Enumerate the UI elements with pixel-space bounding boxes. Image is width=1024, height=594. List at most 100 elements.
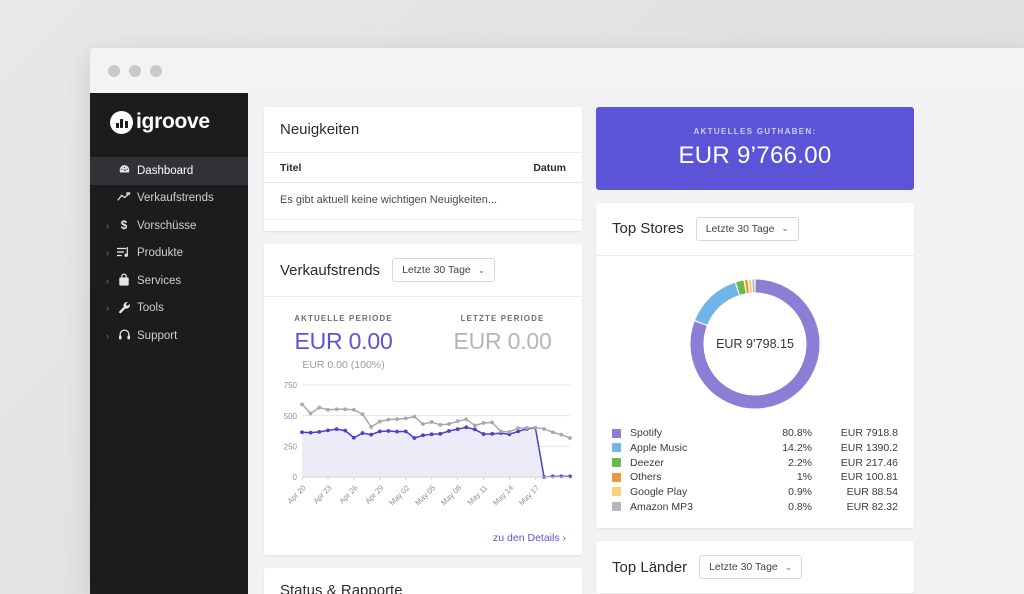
sidebar-item-produkte[interactable]: › Produkte xyxy=(90,240,248,268)
svg-text:Apr 26: Apr 26 xyxy=(337,483,359,505)
sidebar-item-vorschuesse[interactable]: › $ Vorschüsse xyxy=(90,212,248,240)
svg-text:750: 750 xyxy=(284,381,298,390)
current-period-value: EUR 0.00 xyxy=(294,328,393,354)
chevron-right-icon[interactable]: › xyxy=(102,221,113,231)
legend-amount: EUR 7918.8 xyxy=(840,427,898,440)
top-stores-legend: Spotify 80.8% EUR 7918.8 Apple Music 14.2% EU… xyxy=(596,420,914,528)
status-card: Status & Rapporte xyxy=(264,568,582,594)
sidebar-item-support[interactable]: › Support xyxy=(90,322,248,350)
news-card-header: Neuigkeiten xyxy=(264,107,582,153)
legend-row: Amazon MP3 0.8% EUR 82.32 xyxy=(612,499,898,514)
window-close-button[interactable] xyxy=(108,64,120,77)
legend-color-swatch xyxy=(612,502,621,512)
sidebar-nav: Dashboard Verkaufstrends › $ Vorschüsse xyxy=(90,157,248,350)
trends-title: Verkaufstrends xyxy=(280,261,381,279)
sidebar-item-verkaufstrends[interactable]: Verkaufstrends xyxy=(90,185,248,213)
legend-percent: 80.8% xyxy=(782,427,812,440)
trends-period-summary: AKTUELLE PERIODE EUR 0.00 EUR 0.00 (100%… xyxy=(264,297,582,375)
trends-card: Verkaufstrends Letzte 30 Tage ⌄ AKTUELLE… xyxy=(264,244,582,555)
window-minimize-button[interactable] xyxy=(129,64,141,77)
top-stores-range-label: Letzte 30 Tage xyxy=(705,222,775,235)
chevron-right-icon[interactable]: › xyxy=(102,276,113,286)
sidebar-item-label: Verkaufstrends xyxy=(137,192,214,205)
sidebar-item-label: Dashboard xyxy=(137,164,194,177)
chevron-down-icon: ⌄ xyxy=(781,223,789,234)
main-content: Neuigkeiten Titel Datum Es gibt aktuell … xyxy=(248,93,1024,594)
legend-store-name: Spotify xyxy=(630,427,663,440)
legend-amount: EUR 88.54 xyxy=(846,485,898,498)
legend-percent: 1% xyxy=(796,471,812,484)
legend-store-name: Google Play xyxy=(630,485,688,498)
sidebar-item-label: Tools xyxy=(137,302,164,315)
top-stores-title: Top Stores xyxy=(612,220,684,238)
sidebar-item-dashboard[interactable]: Dashboard xyxy=(90,157,248,185)
current-period-label: AKTUELLE PERIODE xyxy=(294,314,393,323)
svg-text:Apr 20: Apr 20 xyxy=(285,483,307,505)
chevron-right-icon[interactable]: › xyxy=(102,248,113,258)
top-stores-range-dropdown[interactable]: Letzte 30 Tage ⌄ xyxy=(695,216,799,241)
trends-card-header: Verkaufstrends Letzte 30 Tage ⌄ xyxy=(264,244,582,297)
status-card-header: Status & Rapporte xyxy=(264,568,582,594)
previous-period-value: EUR 0.00 xyxy=(453,328,552,354)
trends-details-link[interactable]: zu den Details › xyxy=(264,524,582,555)
previous-period-label: LETZTE PERIODE xyxy=(460,314,545,323)
svg-text:May 17: May 17 xyxy=(517,483,541,507)
news-empty-row: Es gibt aktuell keine wichtigen Neuigkei… xyxy=(264,183,582,220)
sales-line-chart-svg: 0 250 500 750 Apr 20 Apr 23 Apr 26 Apr 29 May 02… xyxy=(284,381,572,507)
svg-text:250: 250 xyxy=(284,443,298,452)
balance-card: AKTUELLES GUTHABEN: EUR 9’766.00 xyxy=(596,107,914,190)
browser-window: igroove Dashboard Verkaufstrends › $ Vor… xyxy=(90,48,1024,594)
svg-text:0: 0 xyxy=(293,473,298,482)
news-col-date: Datum xyxy=(533,162,566,174)
svg-text:May 05: May 05 xyxy=(413,483,437,507)
svg-text:Apr 23: Apr 23 xyxy=(311,483,333,505)
news-table-header: Titel Datum xyxy=(264,153,582,183)
svg-text:May 02: May 02 xyxy=(387,483,411,507)
balance-label: AKTUELLES GUTHABEN: xyxy=(693,126,817,136)
news-card: Neuigkeiten Titel Datum Es gibt aktuell … xyxy=(264,107,582,231)
chevron-right-icon[interactable]: › xyxy=(102,331,113,341)
chevron-down-icon: ⌄ xyxy=(477,264,486,275)
svg-text:May 08: May 08 xyxy=(439,483,463,507)
legend-row: Deezer 2.2% EUR 217.46 xyxy=(612,455,898,470)
legend-row: Apple Music 14.2% EUR 1390.2 xyxy=(612,441,898,456)
sidebar-item-label: Produkte xyxy=(137,247,184,260)
legend-store-name: Apple Music xyxy=(630,441,688,454)
legend-percent: 2.2% xyxy=(788,456,812,469)
chevron-down-icon: ⌄ xyxy=(784,561,793,572)
legend-amount: EUR 217.46 xyxy=(840,456,898,469)
legend-color-swatch xyxy=(612,443,621,453)
donut-chart-svg: EUR 9’798.15 xyxy=(690,279,820,409)
current-period-sub: EUR 0.00 (100%) xyxy=(302,359,385,371)
svg-text:500: 500 xyxy=(284,412,298,421)
trends-range-dropdown[interactable]: Letzte 30 Tage ⌄ xyxy=(392,258,496,282)
sidebar-item-label: Services xyxy=(137,274,182,287)
sidebar-item-tools[interactable]: › Tools xyxy=(90,295,248,323)
sidebar-item-label: Vorschüsse xyxy=(137,219,197,232)
top-countries-range-dropdown[interactable]: Letzte 30 Tage ⌄ xyxy=(699,555,803,579)
top-stores-donut-chart: EUR 9’798.15 xyxy=(596,256,914,420)
speedometer-icon xyxy=(113,163,135,178)
headphones-icon xyxy=(113,328,135,343)
dollar-icon: $ xyxy=(113,218,135,234)
legend-percent: 0.9% xyxy=(788,485,812,498)
sales-line-chart: 0 250 500 750 Apr 20 Apr 23 Apr 26 Apr 29 May 02… xyxy=(264,375,582,524)
top-stores-header: Top Stores Letzte 30 Tage ⌄ xyxy=(596,203,914,256)
sidebar-item-services[interactable]: › Services xyxy=(90,267,248,295)
legend-store-name: Amazon MP3 xyxy=(630,500,694,513)
previous-period-block: LETZTE PERIODE EUR 0.00 xyxy=(423,314,582,371)
status-title: Status & Rapporte xyxy=(280,582,403,594)
app-logo[interactable]: igroove xyxy=(90,93,248,151)
chevron-right-icon[interactable]: › xyxy=(102,303,113,313)
right-column: AKTUELLES GUTHABEN: EUR 9’766.00 Top Sto… xyxy=(596,107,914,594)
top-countries-range-label: Letzte 30 Tage xyxy=(709,561,778,573)
donut-segment xyxy=(736,280,746,295)
top-countries-card: Top Länder Letzte 30 Tage ⌄ xyxy=(596,541,914,594)
top-stores-card: Top Stores Letzte 30 Tage ⌄ EUR 9’798.15… xyxy=(596,202,914,528)
window-maximize-button[interactable] xyxy=(150,64,162,77)
legend-row: Spotify 80.8% EUR 7918.8 xyxy=(612,426,898,441)
sidebar-item-label: Support xyxy=(137,329,178,342)
donut-segment xyxy=(695,282,740,326)
legend-row: Others 1% EUR 100.81 xyxy=(612,470,898,485)
current-period-block: AKTUELLE PERIODE EUR 0.00 EUR 0.00 (100%… xyxy=(264,314,423,371)
